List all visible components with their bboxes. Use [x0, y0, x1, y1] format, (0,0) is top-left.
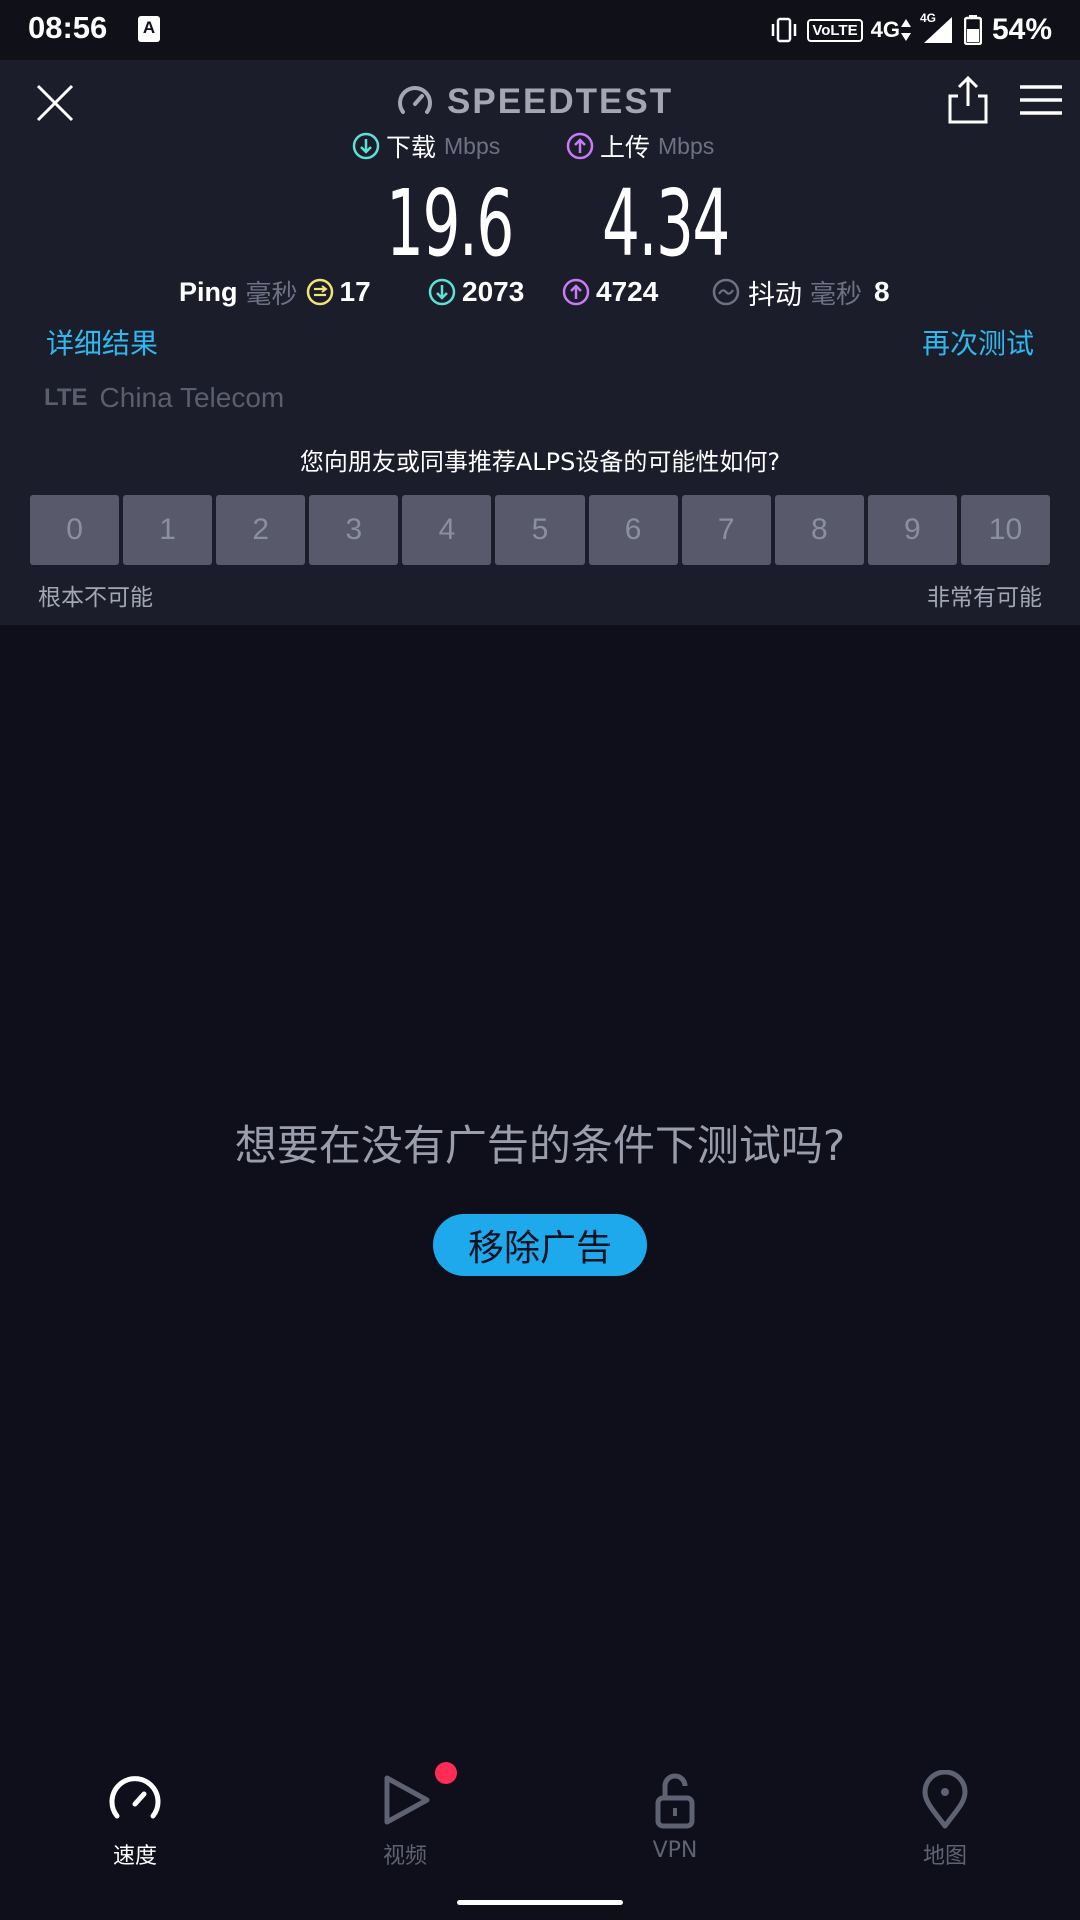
status-indicators: VoLTE 4G 4G 54% — [761, 11, 1052, 48]
nav-video-label: 视频 — [382, 1844, 427, 1869]
upload-label: 上传 — [600, 133, 651, 162]
speedometer-icon — [109, 1776, 161, 1819]
rating-option-8[interactable]: 8 — [774, 495, 864, 565]
download-label-row: 下载 Mbps — [352, 128, 500, 164]
menu-icon — [1020, 85, 1062, 115]
ad-free-prompt: 想要在没有广告的条件下测试吗? — [234, 1121, 846, 1170]
rating-option-9[interactable]: 9 — [867, 495, 957, 565]
nav-speed-label: 速度 — [112, 1844, 157, 1869]
vibrate-icon — [772, 17, 797, 43]
speedometer-logo-icon — [398, 86, 432, 114]
jitter-label: 抖动 — [748, 279, 802, 310]
rating-option-7[interactable]: 7 — [681, 495, 771, 565]
rating-option-0[interactable]: 0 — [30, 495, 120, 565]
rating-option-3[interactable]: 3 — [309, 495, 399, 565]
latency-stats-row: Ping 毫秒 17 2073 4724 抖动 毫秒 8 — [0, 272, 1080, 312]
upload-arrow-icon — [566, 132, 594, 160]
network-tech-label: LTE — [44, 384, 88, 411]
upload-latency-stat: 4724 — [554, 272, 658, 312]
scale-high-label: 非常有可能 — [927, 585, 1042, 611]
share-icon — [948, 75, 988, 124]
upload-label-row: 上传 Mbps — [566, 128, 714, 164]
close-icon — [36, 84, 74, 122]
ping-stat: Ping 毫秒 17 — [179, 272, 371, 312]
share-button[interactable] — [944, 74, 992, 126]
carrier-name: China Telecom — [99, 382, 285, 413]
upload-latency-icon — [562, 278, 590, 306]
upload-unit: Mbps — [658, 132, 715, 159]
nav-map[interactable]: 地图 — [845, 1748, 1045, 1888]
upload-speed-value: 4.34 — [602, 170, 730, 277]
status-time: 08:56 — [28, 10, 108, 45]
speedtest-logo: SPEEDTEST — [395, 77, 673, 127]
volte-badge: VoLTE — [807, 18, 863, 42]
rating-option-6[interactable]: 6 — [588, 495, 678, 565]
nav-video[interactable]: 视频 — [305, 1748, 505, 1888]
home-indicator[interactable] — [457, 1900, 623, 1905]
unlock-icon — [655, 1773, 695, 1829]
rating-scale: 0 1 2 3 4 5 6 7 8 9 10 — [30, 495, 1051, 565]
remove-ads-button[interactable]: 移除广告 — [433, 1214, 647, 1276]
download-latency-icon — [428, 278, 456, 306]
network-type: 4G — [870, 17, 900, 42]
signal-container: 4G — [920, 11, 954, 45]
jitter-stat: 抖动 毫秒 8 — [704, 272, 890, 312]
ping-value: 17 — [339, 276, 371, 307]
jitter-icon — [712, 278, 740, 306]
nav-vpn-label: VPN — [652, 1838, 698, 1863]
ping-unit: 毫秒 — [245, 279, 298, 310]
jitter-unit: 毫秒 — [810, 279, 863, 310]
download-latency-stat: 2073 — [428, 272, 524, 312]
jitter-value: 8 — [874, 276, 890, 307]
survey-question: 您向朋友或同事推荐ALPS设备的可能性如何? — [299, 448, 781, 476]
rating-option-5[interactable]: 5 — [495, 495, 585, 565]
nav-speed[interactable]: 速度 — [35, 1748, 235, 1888]
data-arrows-icon — [900, 19, 911, 41]
download-unit: Mbps — [444, 132, 501, 159]
video-notification-dot — [435, 1762, 457, 1784]
download-speed-value: 19.6 — [386, 170, 514, 277]
map-pin-icon — [922, 1770, 968, 1829]
detailed-results-link[interactable]: 详细结果 — [46, 322, 158, 362]
rating-option-2[interactable]: 2 — [216, 495, 306, 565]
rating-option-10[interactable]: 10 — [960, 495, 1051, 565]
download-latency-value: 2073 — [462, 276, 525, 307]
notification-app-icon: A — [138, 16, 160, 42]
carrier-info: LTE China Telecom — [44, 382, 284, 414]
battery-icon — [963, 15, 982, 45]
play-icon — [384, 1775, 430, 1825]
download-arrow-icon — [352, 132, 380, 160]
bottom-nav: 速度 视频 VPN 地图 — [0, 1748, 1080, 1888]
results-panel: SPEEDTEST 下载 Mbps 上传 Mbps 19.6 4.34 Ping… — [0, 60, 1080, 625]
nav-vpn[interactable]: VPN — [575, 1748, 775, 1888]
battery-percent: 54% — [991, 13, 1052, 46]
rating-option-4[interactable]: 4 — [402, 495, 492, 565]
download-label: 下载 — [386, 133, 437, 162]
nav-map-label: 地图 — [922, 1844, 967, 1869]
test-again-link[interactable]: 再次测试 — [922, 322, 1034, 362]
close-button[interactable] — [30, 78, 80, 128]
menu-button[interactable] — [1018, 82, 1064, 118]
rating-option-1[interactable]: 1 — [123, 495, 213, 565]
logo-text: SPEEDTEST — [447, 82, 674, 121]
scale-low-label: 根本不可能 — [38, 585, 153, 611]
ping-label: Ping — [179, 276, 238, 307]
ping-icon — [306, 278, 333, 306]
upload-latency-value: 4724 — [596, 276, 659, 307]
signal-icon — [923, 17, 952, 43]
status-bar: 08:56 A VoLTE 4G 4G 54% — [0, 0, 1080, 60]
